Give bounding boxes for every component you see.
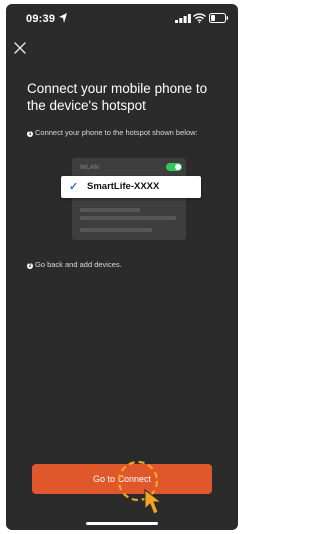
checkmark-icon: ✓ <box>69 181 79 193</box>
toggle-knob <box>175 164 181 170</box>
home-indicator <box>86 522 158 525</box>
placeholder-line <box>80 216 176 220</box>
cellular-signal-icon <box>175 14 191 23</box>
screen: 09:39 Connect your mobile phone to the d… <box>6 4 238 530</box>
status-time: 09:39 <box>26 13 56 25</box>
placeholder-line <box>80 228 152 232</box>
location-arrow-icon <box>59 13 67 23</box>
battery-icon <box>209 13 229 23</box>
wlan-settings-illustration: WLAN <box>72 158 186 240</box>
instruction-step-1: 1 Connect your phone to the hotspot shown… <box>27 128 227 137</box>
page-title: Connect your mobile phone to the device'… <box>27 81 208 113</box>
network-item-smartlife: ✓ SmartLife-XXXX <box>61 176 201 198</box>
step-2-text: Go back and add devices. <box>35 260 122 269</box>
step-bullet-icon: 1 <box>27 131 33 137</box>
go-to-connect-button[interactable]: Go to Connect <box>32 464 212 494</box>
wifi-icon <box>193 13 206 23</box>
step-bullet-icon: 2 <box>27 263 33 269</box>
close-icon[interactable] <box>12 40 28 56</box>
wlan-toggle <box>166 163 182 171</box>
instruction-step-2: 2 Go back and add devices. <box>27 260 227 269</box>
placeholder-line <box>80 208 140 212</box>
step-1-text: Connect your phone to the hotspot shown … <box>35 128 198 137</box>
status-bar: 09:39 <box>6 4 238 34</box>
network-name: SmartLife-XXXX <box>87 181 160 192</box>
wlan-label: WLAN <box>80 164 99 171</box>
